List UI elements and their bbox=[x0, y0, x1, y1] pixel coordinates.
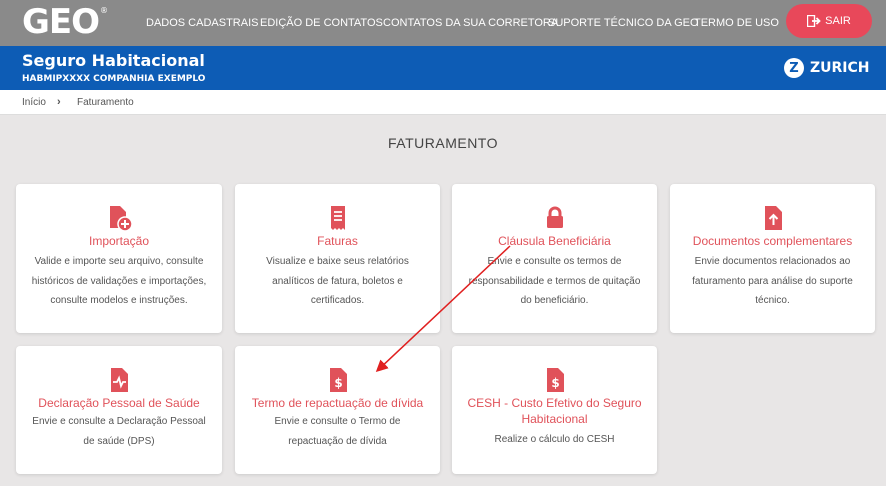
card-desc-line: certificados. bbox=[310, 295, 365, 306]
card-termo-repactuacao[interactable]: $ Termo de repactuação de dívida Envie e… bbox=[235, 346, 440, 474]
card-desc-line: Envie e consulte a Declaração Pessoal bbox=[32, 416, 206, 427]
card-desc-line: de saúde (DPS) bbox=[83, 435, 155, 447]
card-desc-line: analíticos de fatura, boletos e bbox=[272, 275, 403, 287]
card-declaracao-pessoal-saude[interactable]: Declaração Pessoal de Saúde Envie e cons… bbox=[16, 346, 222, 474]
nav-contatos-corretora[interactable]: CONTATOS DA SUA CORRETORA bbox=[383, 0, 558, 46]
card-desc-line: do beneficiário. bbox=[520, 295, 589, 306]
svg-text:$: $ bbox=[334, 376, 342, 390]
card-desc-line: Visualize e baixe seus relatórios bbox=[266, 256, 409, 267]
nav-suporte-tecnico[interactable]: SUPORTE TÉCNICO DA GEO bbox=[548, 0, 699, 46]
card-title: Termo de repactuação de dívida bbox=[251, 396, 424, 410]
nav-dados-cadastrais[interactable]: DADOS CADASTRAIS bbox=[146, 0, 258, 46]
nav-edicao-de-contatos[interactable]: EDIÇÃO DE CONTATOS bbox=[260, 0, 383, 46]
card-desc-line: Envie e consulte o Termo de bbox=[274, 416, 401, 427]
chevron-right-icon: › bbox=[57, 96, 61, 108]
card-title: Importação bbox=[88, 234, 150, 248]
card-importacao[interactable]: Importação Valide e importe seu arquivo,… bbox=[16, 184, 222, 333]
file-add-icon bbox=[110, 206, 133, 232]
breadcrumb-faturamento: Faturamento bbox=[77, 97, 134, 108]
card-title: Declaração Pessoal de Saúde bbox=[38, 396, 200, 410]
card-title: Documentos complementares bbox=[692, 234, 853, 248]
zurich-logo: Z ZURICH bbox=[784, 58, 870, 78]
product-title: Seguro Habitacional bbox=[22, 51, 205, 70]
card-desc-line: repactuação de dívida bbox=[288, 435, 387, 447]
page-title: FATURAMENTO bbox=[388, 135, 498, 151]
card-title: CESH - Custo Efetivo do Seguro Habitacio… bbox=[467, 396, 642, 426]
card-faturas[interactable]: Faturas Visualize e baixe seus relatório… bbox=[235, 184, 440, 333]
receipt-icon bbox=[330, 206, 345, 230]
card-desc-line: responsabilidade e termos de quitação bbox=[468, 275, 641, 287]
svg-text:$: $ bbox=[551, 376, 559, 390]
card-title: Cláusula Beneficiária bbox=[498, 234, 611, 248]
card-desc-line: Envie e consulte os termos de bbox=[487, 256, 622, 267]
health-file-icon bbox=[111, 368, 128, 392]
card-desc-line: Realize o cálculo do CESH bbox=[494, 434, 615, 445]
file-upload-icon bbox=[764, 206, 782, 230]
card-desc-line: Envie documentos relacionados ao bbox=[694, 256, 851, 267]
company-subtitle: HABMIPXXXX COMPANHIA EXEMPLO bbox=[22, 74, 206, 84]
card-desc-line: Valide e importe seu arquivo, consulte bbox=[34, 256, 204, 267]
card-title: Faturas bbox=[317, 234, 358, 248]
card-clausula-beneficiaria[interactable]: Cláusula Beneficiária Envie e consulte o… bbox=[452, 184, 657, 333]
dollar-file-icon: $ bbox=[329, 368, 347, 392]
nav-termo-de-uso[interactable]: TERMO DE USO bbox=[694, 0, 779, 46]
card-desc-line: técnico. bbox=[755, 295, 790, 306]
breadcrumb-inicio[interactable]: Início bbox=[22, 97, 46, 108]
card-desc-line: históricos de validações e importações, bbox=[31, 275, 207, 287]
geo-logo[interactable]: GEO ® bbox=[22, 2, 108, 42]
card-desc-line: faturamento para análise do suporte bbox=[692, 275, 853, 287]
zurich-z-icon: Z bbox=[784, 58, 804, 78]
logout-label: SAIR bbox=[825, 15, 851, 27]
dollar-file-icon: $ bbox=[546, 368, 564, 392]
card-desc-line: consulte modelos e instruções. bbox=[50, 295, 188, 306]
logout-icon bbox=[807, 15, 821, 27]
lock-icon bbox=[546, 206, 563, 228]
card-cesh[interactable]: $ CESH - Custo Efetivo do Seguro Habitac… bbox=[452, 346, 657, 474]
logout-button[interactable]: SAIR bbox=[786, 4, 872, 38]
card-documentos-complementares[interactable]: Documentos complementares Envie document… bbox=[670, 184, 875, 333]
